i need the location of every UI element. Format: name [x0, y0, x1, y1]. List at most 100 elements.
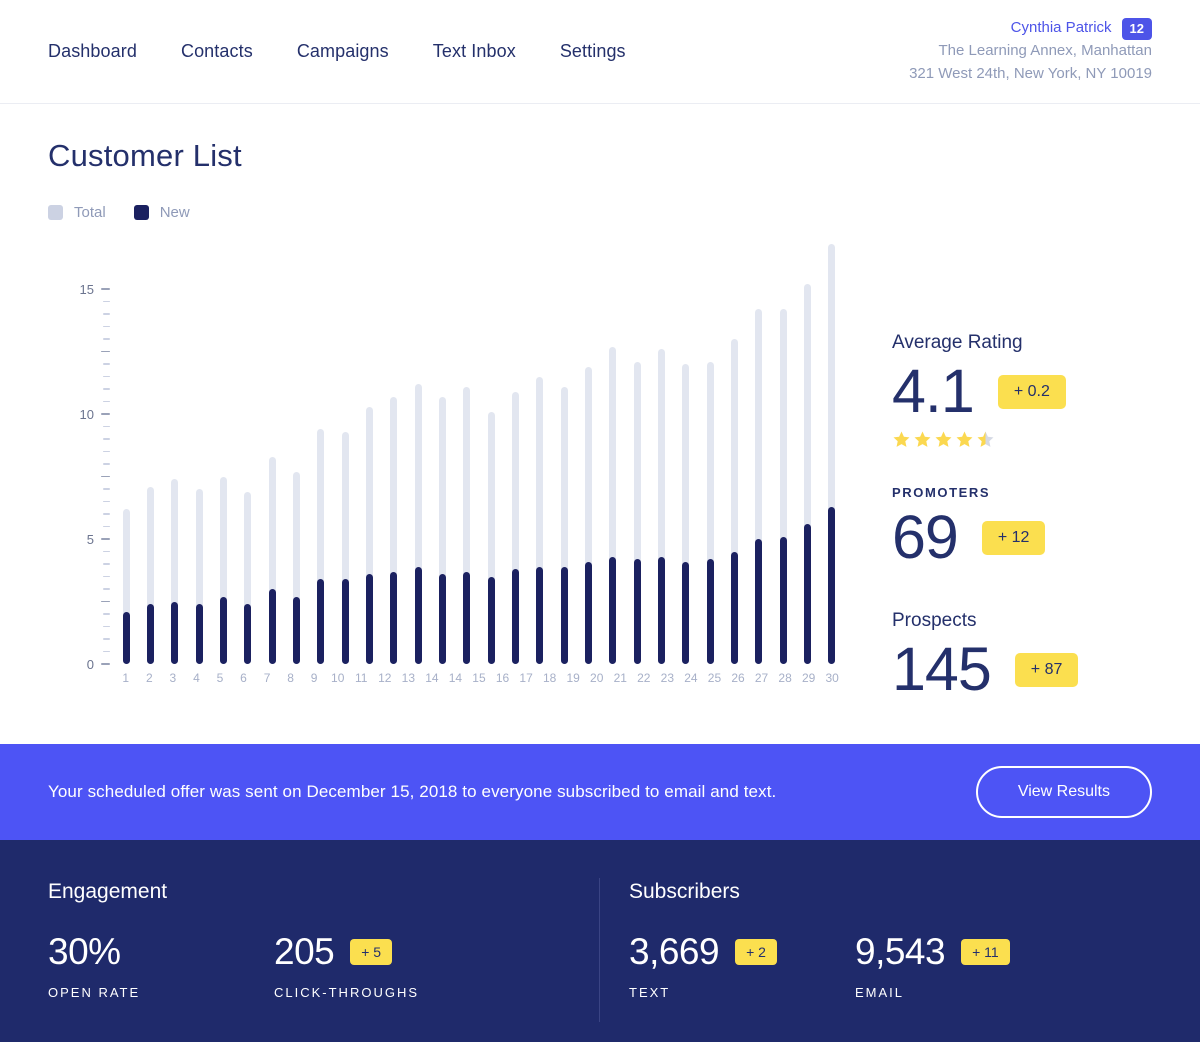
- y-axis-tick-mark: [103, 376, 110, 377]
- bar-column[interactable]: [236, 239, 260, 664]
- bar-column[interactable]: [406, 239, 430, 664]
- bar-column[interactable]: [163, 239, 187, 664]
- bar-column[interactable]: [795, 239, 819, 664]
- bar-column[interactable]: [503, 239, 527, 664]
- bar-column[interactable]: [771, 239, 795, 664]
- bar-column[interactable]: [576, 239, 600, 664]
- y-axis-tick-mark: [103, 576, 110, 577]
- bar-column[interactable]: [625, 239, 649, 664]
- x-axis-tick-label: 10: [326, 671, 350, 685]
- legend-item-new: New: [134, 204, 190, 221]
- nav-item-text-inbox[interactable]: Text Inbox: [433, 41, 516, 62]
- footer-metric: 205+ 5CLICK-THROUGHS: [274, 932, 444, 1000]
- y-axis-tick-label: 0: [68, 658, 110, 670]
- account-name-row: Cynthia Patrick 12: [909, 17, 1152, 40]
- bar-total-segment: [731, 339, 738, 664]
- bar-new-segment: [828, 507, 835, 665]
- bar-column[interactable]: [187, 239, 211, 664]
- y-axis-minor-tick: [70, 308, 110, 320]
- stat-block: Prospects145+ 87: [892, 610, 1152, 706]
- y-axis-minor-tick: [70, 333, 110, 345]
- footer-metric-row: 30%: [48, 932, 218, 973]
- bar-column[interactable]: [430, 239, 454, 664]
- bar-total-segment: [585, 367, 592, 665]
- y-axis-tick-label: 15: [68, 283, 110, 295]
- x-axis-tick-label: 1: [114, 671, 138, 685]
- y-axis-tick-mark: [101, 663, 110, 665]
- footer-metric-row: 205+ 5: [274, 932, 444, 973]
- y-axis-minor-tick: [70, 458, 110, 470]
- bar-total-segment: [609, 347, 616, 665]
- bar-column[interactable]: [649, 239, 673, 664]
- bar-column[interactable]: [211, 239, 235, 664]
- footer-metric-delta-badge: + 11: [961, 939, 1010, 965]
- x-axis-tick-label: 19: [561, 671, 585, 685]
- x-axis-tick-label: 8: [279, 671, 303, 685]
- nav-item-contacts[interactable]: Contacts: [181, 41, 253, 62]
- bar-column[interactable]: [138, 239, 162, 664]
- footer-heading-subscribers: Subscribers: [629, 880, 1152, 904]
- bar-column[interactable]: [260, 239, 284, 664]
- y-axis-tick-mark: [103, 451, 110, 452]
- app-header: Dashboard Contacts Campaigns Text Inbox …: [0, 0, 1200, 104]
- view-results-button[interactable]: View Results: [976, 766, 1152, 818]
- x-axis-tick-label: 28: [773, 671, 797, 685]
- bar-total-segment: [220, 477, 227, 665]
- nav-item-campaigns[interactable]: Campaigns: [297, 41, 389, 62]
- bar-column[interactable]: [357, 239, 381, 664]
- bar-column[interactable]: [479, 239, 503, 664]
- bar-column[interactable]: [747, 239, 771, 664]
- bar-column[interactable]: [698, 239, 722, 664]
- footer-metric: 9,543+ 11EMAIL: [855, 932, 1025, 1000]
- bar-column[interactable]: [820, 239, 844, 664]
- y-axis-tick-mark: [101, 288, 110, 290]
- notification-count-badge[interactable]: 12: [1122, 18, 1152, 40]
- bar-total-segment: [634, 362, 641, 665]
- bar-column[interactable]: [309, 239, 333, 664]
- bar-total-segment: [682, 364, 689, 664]
- bar-column[interactable]: [601, 239, 625, 664]
- bar-column[interactable]: [114, 239, 138, 664]
- x-axis-tick-label: 21: [608, 671, 632, 685]
- y-axis-tick-mark: [103, 513, 110, 514]
- footer-metric-value: 205: [274, 932, 334, 973]
- legend-label-new: New: [160, 204, 190, 221]
- y-axis-tick-mark: [103, 313, 110, 314]
- chart-x-axis: 1234567891011121314141516171819202122232…: [114, 671, 844, 685]
- y-axis-minor-tick: [70, 483, 110, 495]
- bar-new-segment: [731, 552, 738, 665]
- bar-column[interactable]: [284, 239, 308, 664]
- bar-total-segment: [488, 412, 495, 665]
- nav-item-settings[interactable]: Settings: [560, 41, 626, 62]
- footer-metric: 30%OPEN RATE: [48, 932, 218, 1000]
- bar-column[interactable]: [722, 239, 746, 664]
- bar-column[interactable]: [455, 239, 479, 664]
- bar-total-segment: [317, 429, 324, 664]
- y-axis-minor-tick: [70, 621, 110, 633]
- bar-column[interactable]: [382, 239, 406, 664]
- star-full-icon: [955, 430, 974, 449]
- y-axis-tick-mark: [103, 626, 110, 627]
- x-axis-tick-label: 11: [349, 671, 373, 685]
- y-axis-tick-text: 15: [68, 282, 94, 297]
- bar-new-segment: [585, 562, 592, 665]
- y-axis-minor-tick: [70, 433, 110, 445]
- bar-new-segment: [755, 539, 762, 664]
- x-axis-tick-label: 22: [632, 671, 656, 685]
- bar-column[interactable]: [552, 239, 576, 664]
- footer-metric-delta-badge: + 2: [735, 939, 777, 965]
- bar-new-segment: [488, 577, 495, 665]
- y-axis-minor-tick: [70, 296, 110, 308]
- bar-column[interactable]: [674, 239, 698, 664]
- bar-column[interactable]: [333, 239, 357, 664]
- nav-item-dashboard[interactable]: Dashboard: [48, 41, 137, 62]
- y-axis-minor-tick: [70, 421, 110, 433]
- bar-column[interactable]: [528, 239, 552, 664]
- account-name[interactable]: Cynthia Patrick: [1011, 17, 1112, 40]
- legend-swatch-total-icon: [48, 205, 63, 220]
- y-axis-tick-mark: [103, 301, 110, 302]
- y-axis-minor-tick: [70, 546, 110, 558]
- y-axis-tick-mark: [101, 351, 110, 353]
- bar-new-segment: [439, 574, 446, 664]
- bar-new-segment: [780, 537, 787, 665]
